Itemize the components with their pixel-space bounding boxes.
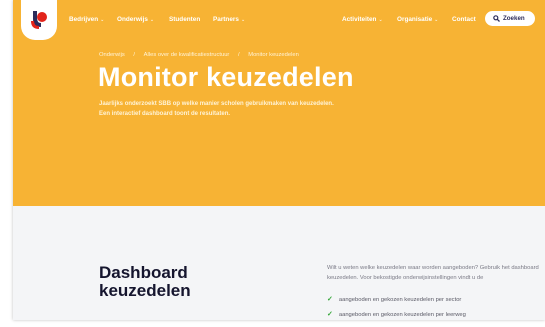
- check-icon: ✓: [327, 296, 333, 303]
- chevron-down-icon: ⌄: [378, 17, 383, 23]
- top-navigation: Bedrijven ⌄ Onderwijs ⌄ Studenten Partners…: [13, 0, 545, 40]
- nav-label: Activiteiten: [342, 16, 377, 23]
- nav-item-partners[interactable]: Partners ⌄: [213, 16, 245, 23]
- list-item: ✓ aangeboden en gekozen keuzedelen per le…: [327, 310, 466, 318]
- chevron-down-icon: ⌄: [240, 17, 246, 23]
- search-label: Zoeken: [503, 14, 525, 22]
- nav-item-contact[interactable]: Contact: [452, 16, 476, 23]
- breadcrumb-separator: /: [133, 52, 136, 58]
- nav-label: Onderwijs: [117, 16, 148, 23]
- dashboard-description: Wilt u weten welke keuzedelen waar worde…: [327, 265, 539, 281]
- nav-item-studenten[interactable]: Studenten: [169, 16, 200, 23]
- chevron-down-icon: ⌄: [434, 17, 439, 23]
- breadcrumb: Onderwijs / Alles over de kwalificatiest…: [99, 52, 299, 58]
- chevron-down-icon: ⌄: [149, 17, 155, 23]
- nav-label: Organisatie: [397, 16, 433, 23]
- search-button[interactable]: Zoeken: [485, 11, 535, 26]
- nav-item-bedrijven[interactable]: Bedrijven ⌄: [69, 16, 104, 23]
- hero-section: Bedrijven ⌄ Onderwijs ⌄ Studenten Partners…: [13, 0, 545, 206]
- page: Bedrijven ⌄ Onderwijs ⌄ Studenten Partners…: [13, 0, 545, 320]
- nav-item-organisatie[interactable]: Organisatie ⌄: [397, 16, 438, 23]
- nav-label: Contact: [452, 16, 476, 23]
- nav-item-onderwijs[interactable]: Onderwijs ⌄: [117, 16, 154, 23]
- list-item: ✓ aangeboden en gekozen keuzedelen per se…: [327, 295, 461, 303]
- breadcrumb-item-current: Monitor keuzedelen: [248, 52, 299, 58]
- nav-item-activiteiten[interactable]: Activiteiten ⌄: [342, 16, 383, 23]
- breadcrumb-item-onderwijs[interactable]: Onderwijs: [99, 52, 125, 58]
- page-title: Monitor keuzedelen: [98, 62, 354, 92]
- page-intro: Jaarlijks onderzoekt SBB op welke manier…: [99, 101, 334, 117]
- nav-label: Partners: [213, 16, 239, 23]
- sbb-logo-icon: [31, 11, 47, 29]
- nav-label: Studenten: [169, 16, 201, 23]
- dashboard-title: Dashboard keuzedelen: [99, 263, 191, 300]
- breadcrumb-separator: /: [237, 52, 240, 58]
- nav-label: Bedrijven: [69, 16, 99, 23]
- chevron-down-icon: ⌄: [100, 17, 105, 23]
- breadcrumb-item-kwalificatiestructuur[interactable]: Alles over de kwalificatiestructuur: [144, 52, 230, 58]
- check-icon: ✓: [327, 311, 333, 318]
- dashboard-section: Dashboard keuzedelen Wilt u weten welke …: [13, 206, 545, 320]
- list-item-text: aangeboden en gekozen keuzedelen per lee…: [338, 312, 466, 318]
- logo[interactable]: [21, 0, 57, 40]
- search-icon: [493, 15, 500, 22]
- list-item-text: aangeboden en gekozen keuzedelen per sec…: [338, 297, 462, 303]
